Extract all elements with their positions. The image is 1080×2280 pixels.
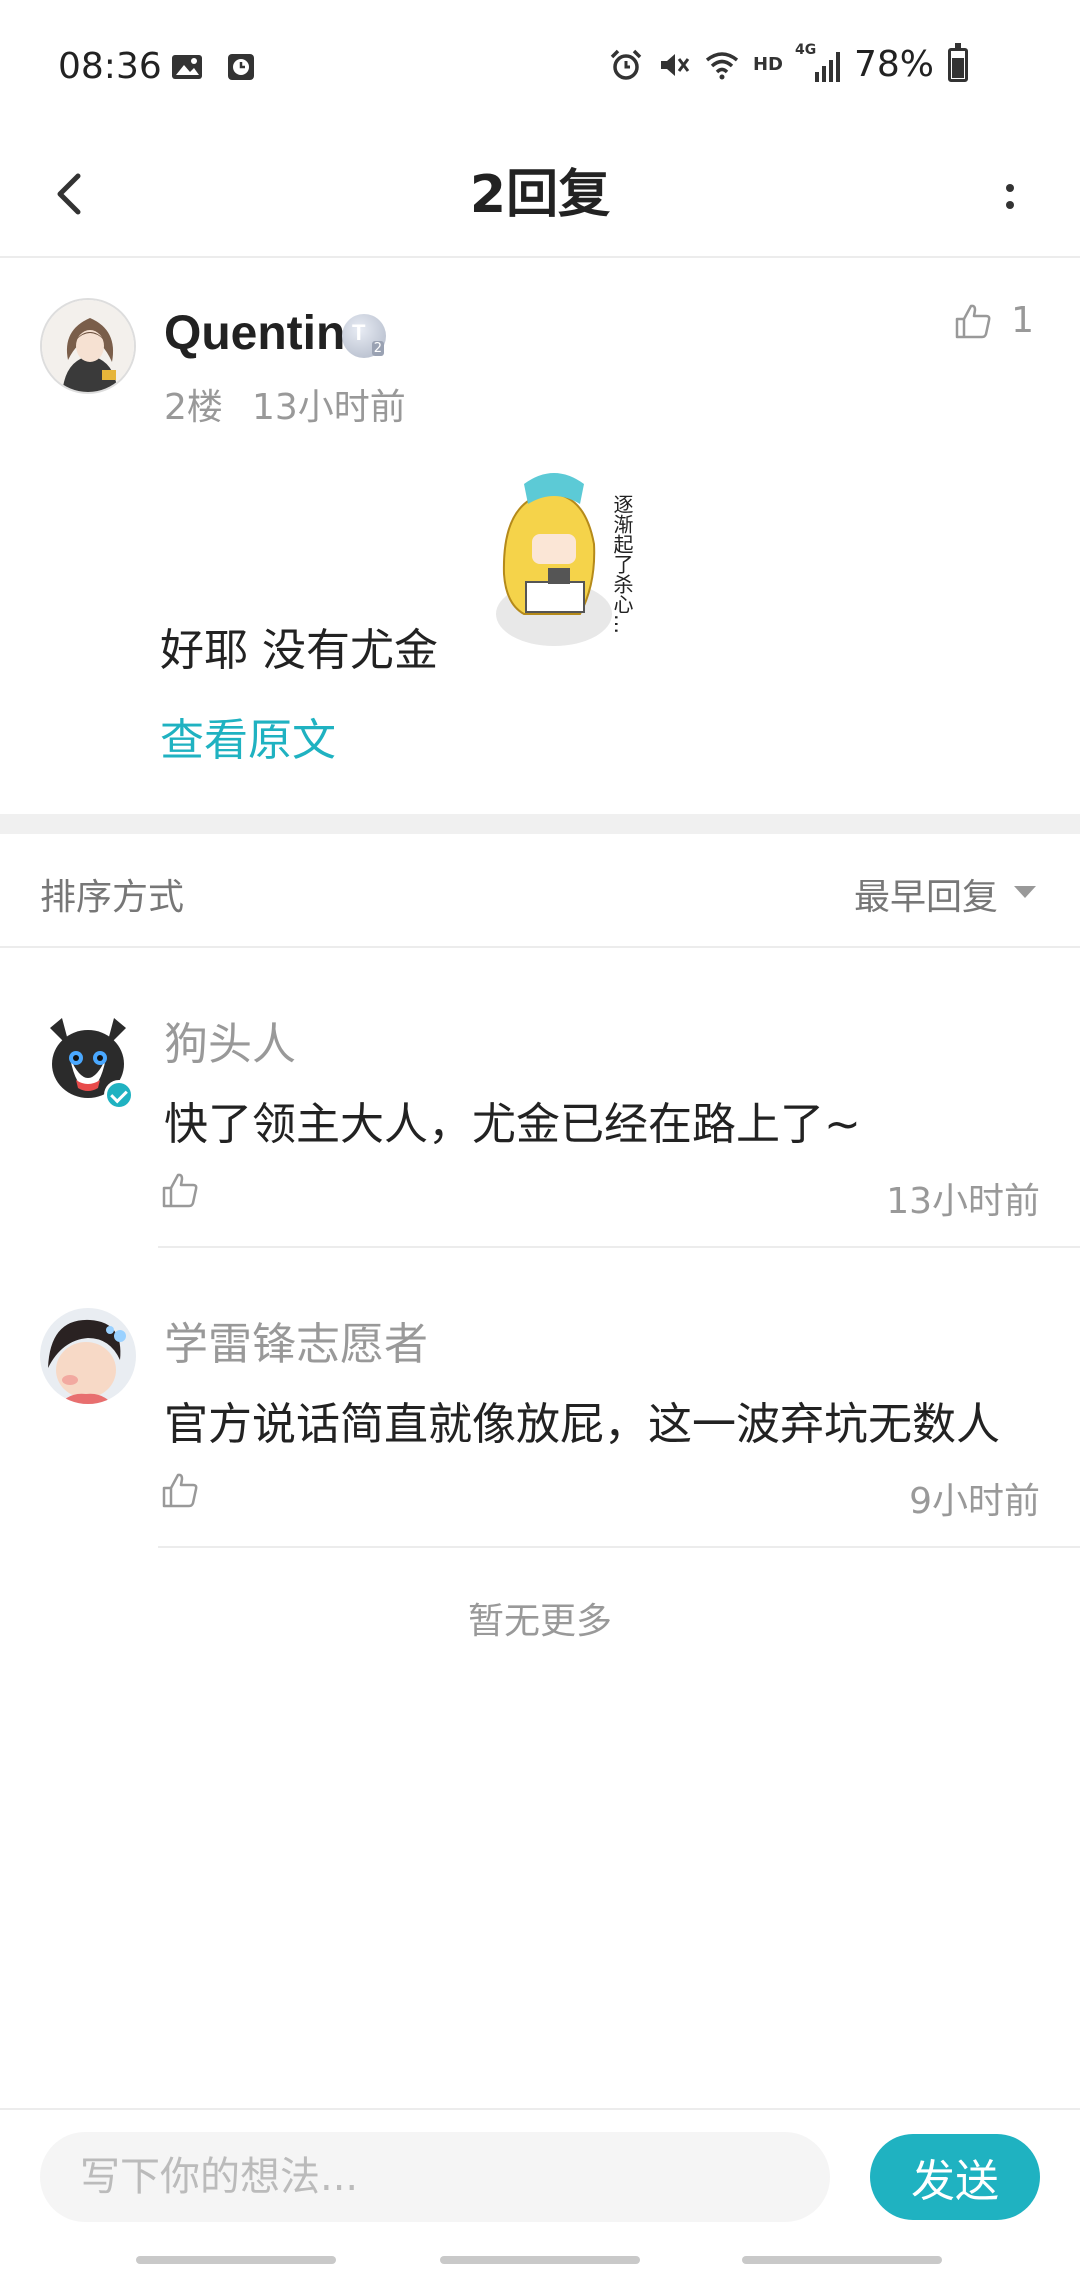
clock-app-icon [228, 54, 254, 80]
navigation-bar [0, 2238, 1080, 2280]
wifi-icon [705, 51, 739, 79]
sticker-image: 逐渐起了杀心… [496, 473, 634, 646]
post-username[interactable]: Quentin [164, 306, 345, 361]
divider [158, 1546, 1080, 1548]
avatar[interactable] [40, 298, 136, 394]
thumbs-up-icon[interactable] [160, 1170, 200, 1210]
signal-icon: 4G [795, 42, 840, 82]
sort-label: 排序方式 [40, 877, 185, 918]
header: 2回复 [0, 130, 1080, 258]
sort-bar: 排序方式 最早回复 [0, 834, 1080, 948]
verified-badge-icon [104, 1080, 134, 1110]
caret-down-icon[interactable] [1014, 886, 1036, 898]
nav-recents-button[interactable] [136, 2256, 336, 2264]
reply-item: 学雷锋志愿者 官方说话简直就像放屁，这一波弃坑无数人 9小时前 [0, 1248, 1080, 1548]
status-time: 08:36 [58, 46, 162, 87]
post-floor: 2楼 [164, 387, 223, 428]
post-text: 好耶 没有尤金 [160, 625, 438, 676]
thumbs-up-icon [955, 304, 991, 338]
sort-dropdown[interactable]: 最早回复 [854, 868, 998, 920]
post-like-count: 1 [1011, 300, 1034, 341]
post-time: 13小时前 [252, 387, 406, 428]
reply-username[interactable]: 狗头人 [164, 1008, 296, 1072]
nav-back-button[interactable] [742, 2256, 942, 2264]
reply-time: 13小时前 [886, 1181, 1040, 1222]
no-more-label: 暂无更多 [467, 1601, 612, 1642]
more-options-button[interactable] [980, 160, 1040, 232]
reply-time: 9小时前 [909, 1481, 1040, 1522]
section-divider [0, 814, 1080, 834]
comment-input[interactable] [40, 2132, 830, 2222]
image-icon [172, 55, 202, 79]
reply-username[interactable]: 学雷锋志愿者 [164, 1308, 428, 1372]
reply-text: 快了领主大人，尤金已经在路上了~ [164, 1099, 861, 1150]
battery-percent: 78% [853, 44, 934, 85]
status-left-icons [170, 50, 258, 84]
network-label: 4G [794, 41, 817, 58]
main-post: Quentin T 2 2楼 13小时前 1 好耶 没有尤金 逐渐起了杀心… 查… [0, 258, 1080, 814]
nav-home-button[interactable] [440, 2256, 640, 2264]
level-badge-number: 2 [371, 341, 384, 356]
hd-icon: HD [752, 54, 783, 75]
reply-text: 官方说话简直就像放屁，这一波弃坑无数人 [164, 1399, 1000, 1450]
status-bar: 08:36 HD 4G 78% [0, 0, 1080, 130]
status-right-icons: HD 4G 78% [609, 42, 968, 85]
more-dot-icon [1006, 183, 1014, 192]
avatar[interactable] [40, 1308, 136, 1404]
more-dot-icon [1006, 200, 1014, 209]
view-original-link[interactable]: 查看原文 [160, 704, 336, 768]
reply-item: 狗头人 快了领主大人，尤金已经在路上了~ 13小时前 [0, 948, 1080, 1248]
alarm-icon [610, 49, 642, 80]
send-button[interactable]: 发送 [870, 2134, 1040, 2220]
post-like-button[interactable]: 1 [953, 300, 1034, 341]
comment-composer: 发送 [0, 2108, 1080, 2238]
page-title: 2回复 [469, 165, 611, 225]
thumbs-up-icon[interactable] [160, 1470, 200, 1510]
mute-icon [660, 53, 690, 76]
sticker-caption: 逐渐起了杀心… [610, 494, 634, 634]
level-badge-icon: T 2 [342, 314, 386, 358]
level-badge-letter: T [352, 320, 366, 345]
battery-icon [948, 42, 968, 82]
